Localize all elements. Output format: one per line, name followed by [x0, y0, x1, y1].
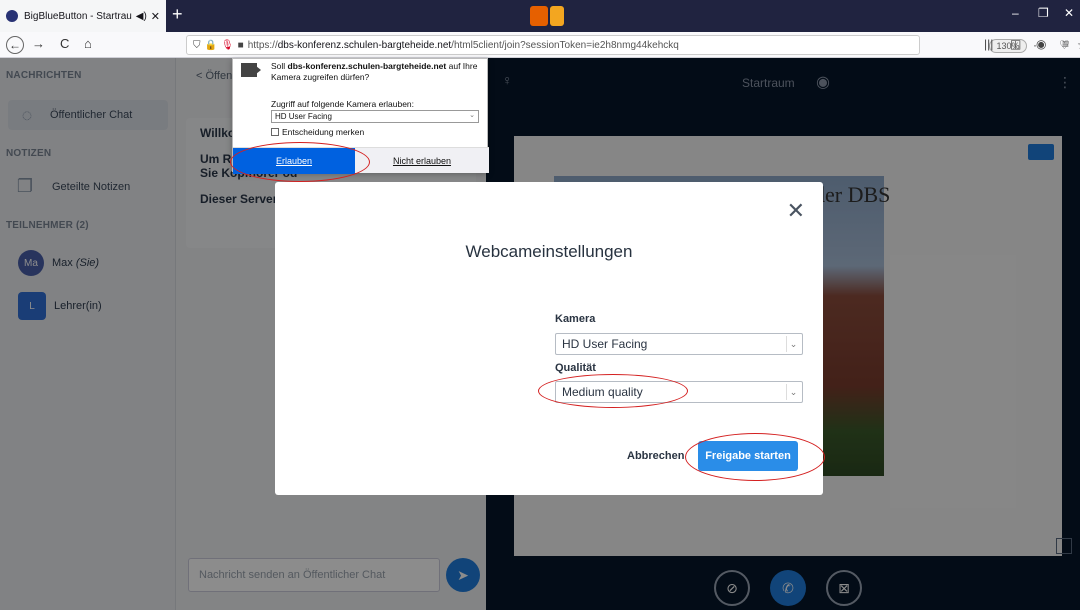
- remember-decision-checkbox[interactable]: Entscheidung merken: [271, 127, 364, 137]
- firefox-icon: [530, 6, 548, 26]
- minimize-button[interactable]: –: [1012, 6, 1019, 20]
- close-icon[interactable]: ✕: [787, 198, 805, 224]
- webcam-settings-modal: ✕ Webcameinstellungen Kamera HD User Fac…: [275, 182, 823, 495]
- home-button[interactable]: ⌂: [84, 36, 92, 51]
- browser-tabbar: BigBlueButton - Startraum ◀) ✕ + – ❐ ✕: [0, 0, 1080, 32]
- account-icon[interactable]: ◉: [1036, 37, 1046, 51]
- lock-icon[interactable]: 🔒: [205, 40, 217, 51]
- url-text[interactable]: https://dbs-konferenz.schulen-bargteheid…: [248, 40, 919, 51]
- browser-tab[interactable]: BigBlueButton - Startraum ◀) ✕: [0, 0, 166, 32]
- camera-permission-icon[interactable]: ■: [238, 40, 244, 51]
- camera-label: Kamera: [555, 313, 596, 325]
- modal-title: Webcameinstellungen: [465, 242, 633, 261]
- new-tab-button[interactable]: +: [172, 4, 183, 25]
- browser-navbar: ← → C ⌂ ⛉ 🔒 🎙 ■ https://dbs-konferenz.sc…: [0, 32, 1080, 58]
- library-icon[interactable]: |||: [984, 37, 993, 51]
- permission-question: Soll dbs-konferenz.schulen-bargteheide.n…: [271, 61, 478, 82]
- permission-camera-select[interactable]: HD User Facing ⌄: [271, 110, 479, 123]
- start-sharing-button[interactable]: Freigabe starten: [698, 441, 798, 471]
- forward-button[interactable]: →: [32, 36, 45, 51]
- cancel-button[interactable]: Abbrechen: [627, 450, 684, 462]
- close-window-button[interactable]: ✕: [1064, 6, 1074, 20]
- menu-icon[interactable]: ≡: [1062, 37, 1069, 51]
- camera-select[interactable]: HD User Facing ⌄: [555, 333, 803, 355]
- sharing-indicator[interactable]: [530, 6, 566, 26]
- permission-access-label: Zugriff auf folgende Kamera erlauben:: [271, 99, 415, 109]
- bigbluebutton-favicon-icon: [6, 10, 18, 22]
- camera-icon: [241, 63, 261, 77]
- chevron-down-icon: ⌄: [469, 112, 475, 119]
- checkbox-box[interactable]: [271, 128, 279, 136]
- deny-button[interactable]: Nicht erlauben: [355, 148, 489, 174]
- quality-select-value: Medium quality: [562, 385, 643, 399]
- permission-camera-value: HD User Facing: [275, 112, 332, 121]
- mic-sharing-icon: [550, 6, 564, 26]
- chevron-down-icon: ⌄: [786, 384, 800, 400]
- quality-select[interactable]: Medium quality ⌄: [555, 381, 803, 403]
- allow-button[interactable]: Erlauben: [233, 148, 355, 174]
- tab-title: BigBlueButton - Startraum: [24, 10, 132, 22]
- url-bar[interactable]: ⛉ 🔒 🎙 ■ https://dbs-konferenz.schulen-ba…: [186, 35, 1080, 55]
- remember-label: Entscheidung merken: [282, 127, 365, 137]
- restore-button[interactable]: ❐: [1038, 6, 1049, 20]
- sidebar-icon[interactable]: ◫: [1010, 37, 1021, 51]
- tab-sound-icon[interactable]: ◀): [136, 11, 147, 22]
- shield-icon[interactable]: ⛉: [193, 40, 201, 51]
- back-button[interactable]: ←: [6, 36, 24, 54]
- reload-button[interactable]: C: [60, 36, 69, 51]
- mic-permission-icon[interactable]: 🎙: [221, 40, 234, 51]
- camera-select-value: HD User Facing: [562, 337, 648, 351]
- quality-label: Qualität: [555, 362, 596, 374]
- camera-permission-popup: Soll dbs-konferenz.schulen-bargteheide.n…: [232, 58, 489, 174]
- chevron-down-icon: ⌄: [786, 336, 800, 352]
- tab-close-icon[interactable]: ✕: [151, 10, 160, 23]
- permission-actions: Erlauben Nicht erlauben: [233, 147, 489, 174]
